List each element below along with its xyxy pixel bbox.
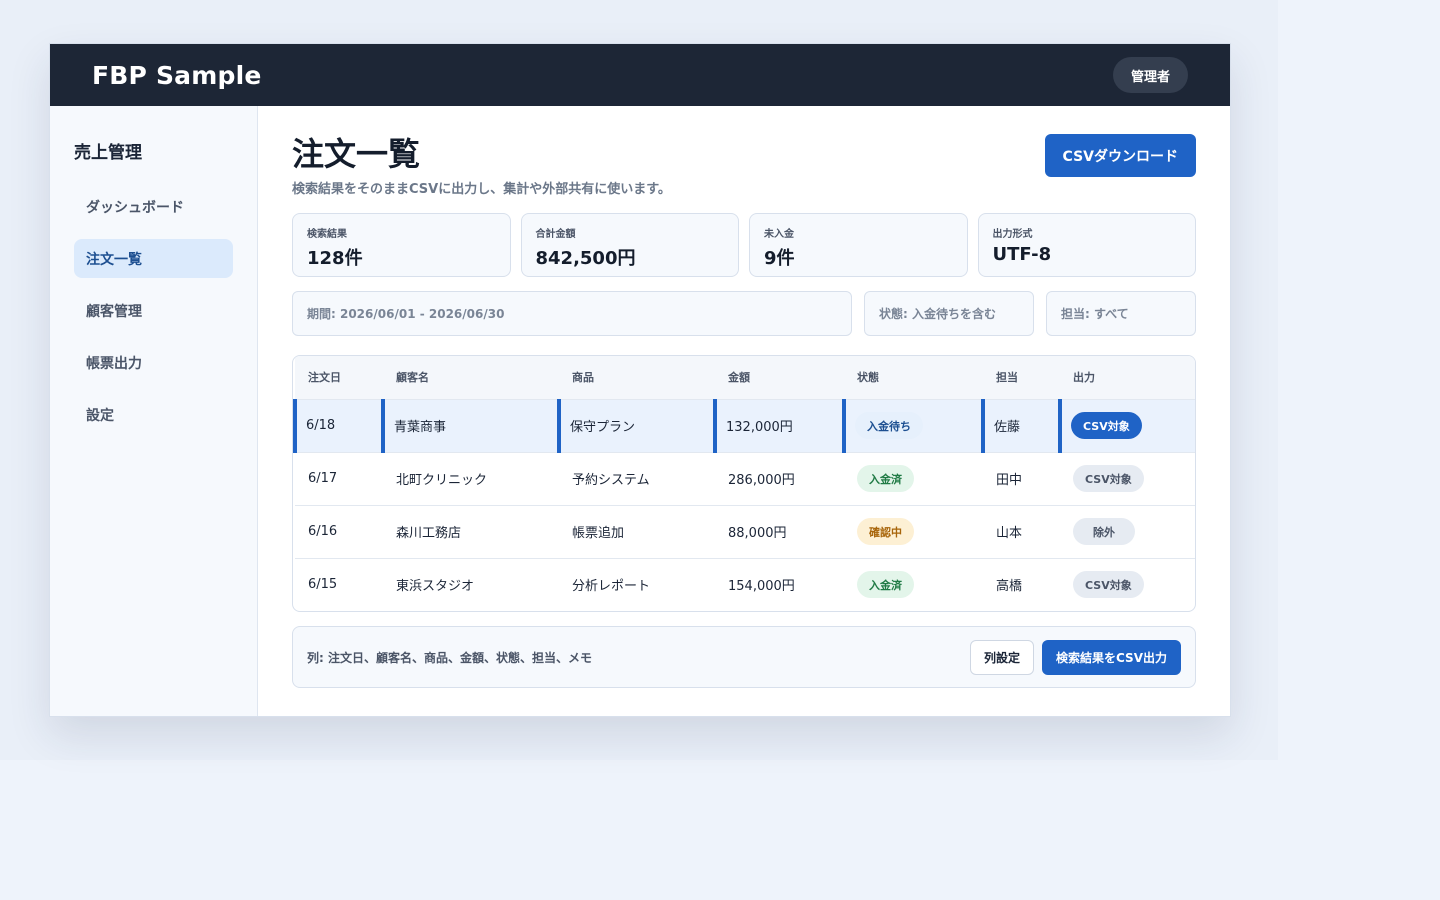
column-header-status[interactable]: 状態 (844, 356, 983, 400)
page-header: 注文一覧 検索結果をそのままCSVに出力し、集計や外部共有に使います。 CSVダ… (292, 134, 1196, 197)
stat-value: UTF-8 (992, 244, 1052, 265)
top-bar: FBP Sample 管理者 (50, 44, 1230, 106)
stat-card-results: 検索結果 128件 (292, 213, 511, 277)
cell-output: CSV対象 (1058, 399, 1195, 453)
cell-customer: 青葉商事 (381, 399, 559, 453)
csv-download-button[interactable]: CSVダウンロード (1044, 134, 1196, 177)
sidebar-item-settings[interactable]: 設定 (74, 395, 233, 434)
filter-row: 期間: 2026/06/01 - 2026/06/30 状態: 入金待ちを含む … (292, 291, 1196, 336)
cell-product: 予約システム (559, 452, 715, 506)
column-header-date[interactable]: 注文日 (295, 356, 383, 400)
cell-status: 入金済 (844, 558, 983, 611)
table-row[interactable]: 6/15 東浜スタジオ 分析レポート 154,000円 入金済 高橋 CSV対象 (295, 558, 1195, 611)
orders-table: 注文日 顧客名 商品 金額 状態 担当 出力 6/18 青葉商事 保守プラン 1… (292, 355, 1196, 612)
output-toggle-badge[interactable]: CSV対象 (1073, 465, 1144, 492)
cell-customer: 東浜スタジオ (396, 579, 475, 595)
columns-note: 列: 注文日、顧客名、商品、金額、状態、担当、メモ (307, 650, 592, 665)
stats-row: 検索結果 128件 合計金額 842,500円 未入金 9件 出力形式 UTF-… (292, 213, 1196, 277)
sidebar-title: 売上管理 (74, 143, 142, 163)
export-footer: 列: 注文日、顧客名、商品、金額、状態、担当、メモ 列設定 検索結果をCSV出力 (292, 626, 1196, 688)
stat-card-format: 出力形式 UTF-8 (977, 213, 1196, 277)
cell-customer: 北町クリニック (383, 452, 559, 506)
sidebar-item-orders[interactable]: 注文一覧 (74, 239, 233, 278)
cell-owner: 山本 (983, 505, 1060, 559)
cell-date: 6/16 (295, 505, 383, 559)
page-title: 注文一覧 (292, 135, 421, 173)
page-heading-group: 注文一覧 検索結果をそのままCSVに出力し、集計や外部共有に使います。 (292, 134, 671, 197)
table-row[interactable]: 6/18 青葉商事 保守プラン 132,000円 入金待ち 佐藤 CSV対象 (293, 399, 1195, 453)
cell-amount: 154,000円 (728, 579, 795, 595)
column-settings-button[interactable]: 列設定 (970, 639, 1035, 675)
table-row[interactable]: 6/16 森川工務店 帳票追加 88,000円 確認中 山本 除外 (295, 505, 1195, 559)
stat-value: 842,500円 (535, 248, 636, 269)
stat-value: 128件 (307, 248, 363, 269)
sidebar-item-customers[interactable]: 顧客管理 (74, 291, 233, 330)
user-menu-button[interactable]: 管理者 (1112, 57, 1188, 93)
stat-label: 検索結果 (307, 229, 347, 240)
column-header-owner[interactable]: 担当 (983, 356, 1060, 400)
cell-status: 確認中 (844, 505, 983, 559)
stat-card-unpaid: 未入金 9件 (749, 213, 968, 277)
cell-customer: 森川工務店 (383, 505, 559, 559)
cell-date: 6/15 (308, 577, 338, 593)
sidebar-item-reports[interactable]: 帳票出力 (74, 343, 233, 382)
column-header-amount[interactable]: 金額 (715, 356, 844, 400)
table-header-row: 注文日 顧客名 商品 金額 状態 担当 出力 (295, 356, 1195, 400)
sidebar: 売上管理 ダッシュボード 注文一覧 顧客管理 帳票出力 設定 (50, 106, 258, 716)
cell-owner: 高橋 (996, 579, 1023, 595)
cell-status: 入金待ち (842, 399, 983, 453)
cell-amount: 88,000円 (715, 505, 844, 559)
stat-label: 合計金額 (535, 229, 576, 240)
status-badge: 入金済 (857, 465, 914, 492)
column-header-product[interactable]: 商品 (559, 356, 715, 400)
app-window: FBP Sample 管理者 売上管理 ダッシュボード 注文一覧 顧客管理 帳票… (49, 43, 1231, 717)
cell-amount: 286,000円 (715, 452, 844, 506)
column-header-output[interactable]: 出力 (1060, 356, 1195, 400)
cell-owner: 田中 (983, 452, 1060, 506)
body: 売上管理 ダッシュボード 注文一覧 顧客管理 帳票出力 設定 注文一覧 検索結果… (50, 106, 1230, 716)
cell-date: 6/17 (295, 452, 383, 506)
export-csv-button[interactable]: 検索結果をCSV出力 (1042, 639, 1181, 675)
cell-owner: 佐藤 (981, 399, 1060, 453)
output-toggle-badge[interactable]: 除外 (1073, 518, 1135, 545)
cell-output: CSV対象 (1060, 452, 1195, 506)
page-description: 検索結果をそのままCSVに出力し、集計や外部共有に使います。 (292, 182, 671, 197)
stat-label: 未入金 (764, 229, 794, 240)
cell-product: 保守プラン (557, 399, 715, 453)
owner-filter[interactable]: 担当: すべて (1046, 291, 1196, 336)
status-badge: 入金済 (857, 571, 914, 599)
stat-value: 9件 (764, 248, 795, 269)
cell-output: 除外 (1060, 505, 1195, 559)
cell-output: CSV対象 (1060, 558, 1195, 611)
output-toggle-badge[interactable]: CSV対象 (1073, 571, 1144, 599)
main-content: 注文一覧 検索結果をそのままCSVに出力し、集計や外部共有に使います。 CSVダ… (258, 106, 1230, 716)
brand-logo: FBP Sample (92, 60, 262, 90)
output-toggle-badge[interactable]: CSV対象 (1071, 412, 1142, 439)
column-header-customer[interactable]: 顧客名 (383, 356, 559, 400)
cell-amount: 132,000円 (713, 399, 844, 453)
sidebar-item-dashboard[interactable]: ダッシュボード (74, 187, 233, 226)
status-filter[interactable]: 状態: 入金待ちを含む (864, 291, 1034, 336)
cell-date: 6/18 (293, 399, 383, 453)
period-filter[interactable]: 期間: 2026/06/01 - 2026/06/30 (292, 291, 852, 336)
cell-product: 分析レポート (572, 579, 651, 595)
status-badge: 確認中 (857, 518, 914, 545)
status-badge: 入金待ち (855, 412, 923, 439)
stat-card-total: 合計金額 842,500円 (520, 213, 739, 277)
stat-label: 出力形式 (992, 229, 1033, 240)
cell-product: 帳票追加 (559, 505, 715, 559)
cell-status: 入金済 (844, 452, 983, 506)
table-row[interactable]: 6/17 北町クリニック 予約システム 286,000円 入金済 田中 CSV対… (295, 452, 1195, 506)
footer-actions: 列設定 検索結果をCSV出力 (970, 639, 1181, 675)
